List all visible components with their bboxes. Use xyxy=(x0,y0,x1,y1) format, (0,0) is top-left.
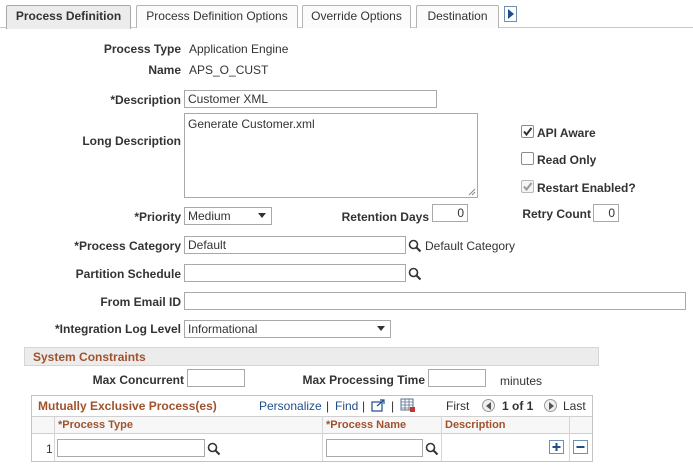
partition-schedule-input[interactable] xyxy=(184,264,406,282)
integration-log-level-label: *Integration Log Level xyxy=(54,322,181,336)
integration-log-level-select[interactable]: Informational xyxy=(184,320,391,338)
tab-bar: Process Definition Process Definition Op… xyxy=(0,0,693,29)
system-constraints-header: System Constraints xyxy=(24,347,599,366)
max-processing-time-input[interactable] xyxy=(428,369,486,387)
personalize-link[interactable]: Personalize xyxy=(259,399,322,413)
last-label: Last xyxy=(563,399,586,413)
resize-grip-icon[interactable] xyxy=(468,188,476,196)
retention-days-input[interactable]: 0 xyxy=(432,204,468,222)
column-divider xyxy=(322,416,323,461)
magnifier-icon[interactable] xyxy=(207,442,221,456)
grid-title: Mutually Exclusive Process(es) xyxy=(38,399,217,413)
next-row-icon[interactable] xyxy=(544,399,557,412)
process-category-description: Default Category xyxy=(425,239,516,253)
checkmark-icon xyxy=(523,127,533,137)
partition-schedule-label: Partition Schedule xyxy=(75,267,181,281)
long-description-label: Long Description xyxy=(82,134,181,148)
long-description-textarea[interactable]: Generate Customer.xml xyxy=(184,113,478,198)
plus-icon[interactable] xyxy=(549,440,564,454)
priority-select[interactable]: Medium xyxy=(184,207,272,225)
priority-value: Medium xyxy=(188,209,231,223)
previous-row-icon[interactable] xyxy=(482,399,495,412)
integration-log-level-value: Informational xyxy=(188,322,258,336)
minus-icon[interactable] xyxy=(573,440,588,454)
process-category-input[interactable]: Default xyxy=(184,236,406,254)
magnifier-icon[interactable] xyxy=(425,442,439,456)
name-label: Name xyxy=(148,63,181,77)
description-label: *Description xyxy=(110,93,181,107)
first-label: First xyxy=(446,399,470,413)
retention-days-label: Retention Days xyxy=(341,210,429,224)
name-value: APS_O_CUST xyxy=(189,63,269,77)
grid-separator: | xyxy=(362,399,366,413)
from-email-label: From Email ID xyxy=(100,295,181,309)
process-category-label: *Process Category xyxy=(74,239,181,253)
grid-header-row: *Process Type *Process Name Description xyxy=(32,416,592,434)
process-type-label: Process Type xyxy=(103,42,181,56)
row-process-type-input[interactable] xyxy=(57,439,205,457)
max-concurrent-input[interactable] xyxy=(187,369,245,387)
retry-count-label: Retry Count xyxy=(522,207,591,221)
find-link[interactable]: Find xyxy=(335,399,358,413)
system-constraints-title: System Constraints xyxy=(33,350,146,364)
restart-enabled-checkbox xyxy=(521,180,534,193)
row-process-name-input[interactable] xyxy=(326,439,423,457)
description-input[interactable]: Customer XML xyxy=(184,90,437,108)
restart-enabled-label: Restart Enabled? xyxy=(537,181,636,195)
max-concurrent-label: Max Concurrent xyxy=(92,373,184,387)
max-processing-time-label: Max Processing Time xyxy=(302,373,426,387)
long-description-text: Generate Customer.xml xyxy=(188,117,315,131)
tab-destination[interactable]: Destination xyxy=(416,5,499,28)
checkmark-icon xyxy=(523,182,533,192)
column-divider xyxy=(441,416,442,461)
column-divider xyxy=(54,416,55,461)
chevron-right-icon[interactable] xyxy=(504,6,517,22)
row-number: 1 xyxy=(46,442,53,456)
grid-separator: | xyxy=(326,399,330,413)
priority-label: *Priority xyxy=(134,210,181,224)
api-aware-label: API Aware xyxy=(537,126,596,140)
read-only-checkbox[interactable] xyxy=(521,152,534,165)
col-header-process-name: *Process Name xyxy=(326,419,407,431)
magnifier-icon[interactable] xyxy=(408,267,422,281)
col-header-process-type: *Process Type xyxy=(58,419,134,431)
from-email-input[interactable] xyxy=(184,292,686,310)
chevron-down-icon xyxy=(377,326,385,331)
mutually-exclusive-grid: Mutually Exclusive Process(es) Personali… xyxy=(31,395,593,462)
retry-count-input[interactable]: 0 xyxy=(593,204,619,222)
read-only-label: Read Only xyxy=(537,153,597,167)
process-type-value: Application Engine xyxy=(189,42,289,56)
page-info: 1 of 1 xyxy=(502,399,534,413)
tab-process-definition[interactable]: Process Definition xyxy=(6,5,131,29)
column-divider xyxy=(569,416,570,461)
chevron-down-icon xyxy=(258,213,266,218)
grid-separator: | xyxy=(391,399,395,413)
download-spreadsheet-icon[interactable] xyxy=(400,398,416,413)
magnifier-icon[interactable] xyxy=(408,239,422,253)
view-all-icon[interactable] xyxy=(371,399,386,412)
minutes-label: minutes xyxy=(500,374,543,388)
tab-override-options[interactable]: Override Options xyxy=(302,5,411,28)
col-header-description: Description xyxy=(445,419,506,431)
tab-process-definition-options[interactable]: Process Definition Options xyxy=(136,5,298,28)
api-aware-checkbox[interactable] xyxy=(521,125,534,138)
